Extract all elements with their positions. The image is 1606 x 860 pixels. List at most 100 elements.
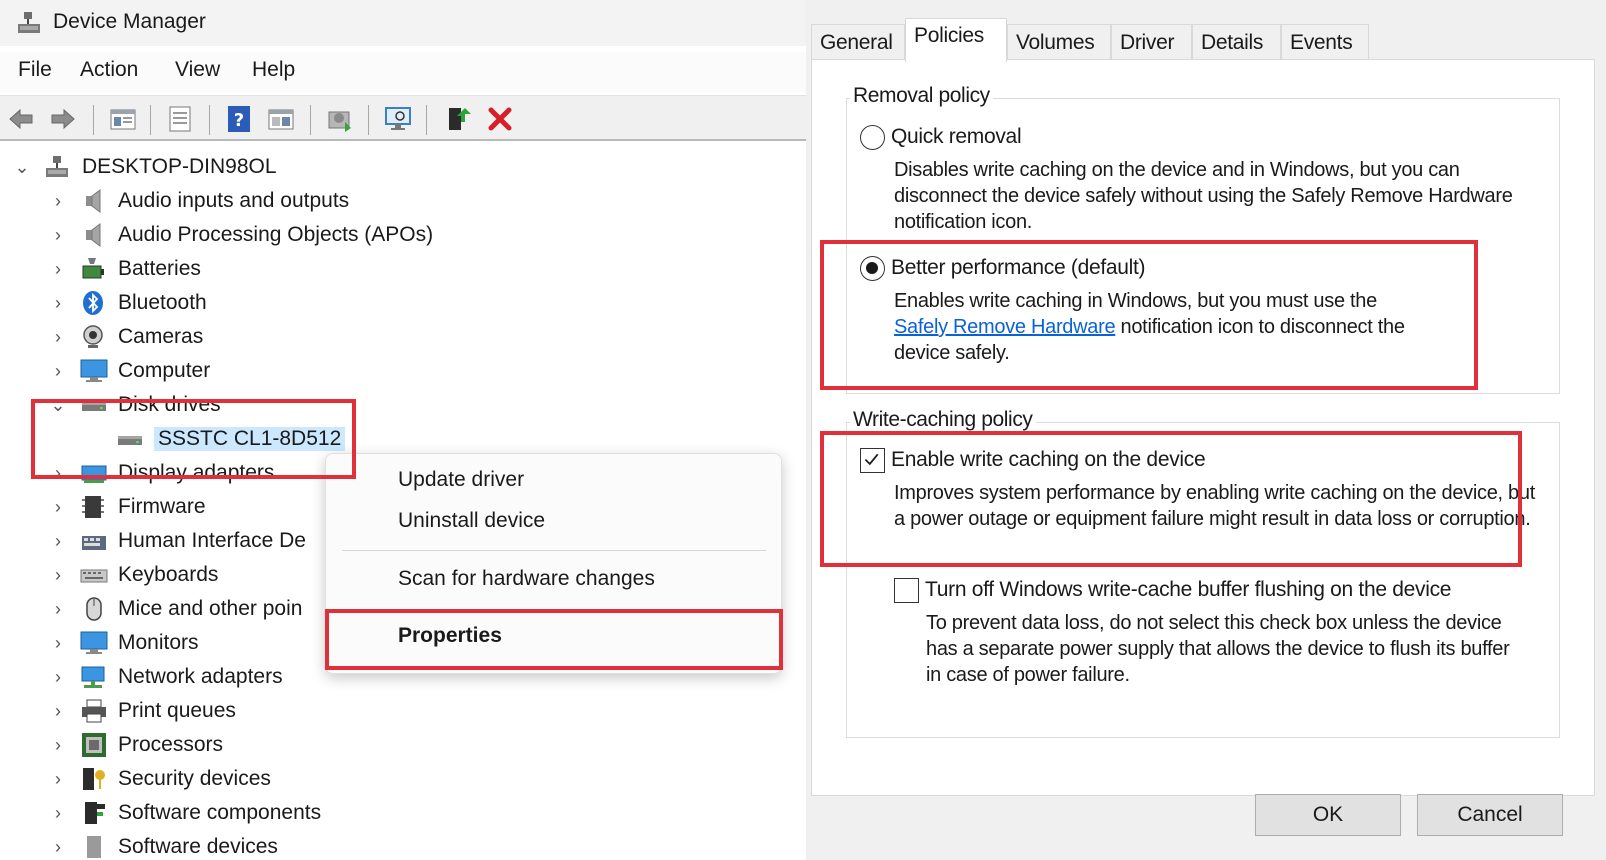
tree-item-print-queues[interactable]: › Print queues: [0, 694, 400, 728]
chevron-right-icon[interactable]: ›: [48, 697, 68, 725]
tree-item-hid[interactable]: › Human Interface De: [0, 524, 320, 558]
battery-icon: [82, 258, 104, 279]
show-hidden-icon[interactable]: [165, 104, 195, 134]
tree-item-label: Print queues: [118, 699, 236, 722]
chevron-down-icon[interactable]: ⌄: [12, 153, 32, 181]
ctx-uninstall-device[interactable]: Uninstall device: [398, 509, 545, 533]
ok-button[interactable]: OK: [1255, 794, 1401, 836]
tab-general[interactable]: General: [811, 24, 905, 60]
tab-events[interactable]: Events: [1281, 24, 1369, 60]
cancel-button[interactable]: Cancel: [1417, 794, 1563, 836]
help-icon[interactable]: ?: [224, 104, 254, 134]
hid-icon: [82, 536, 106, 550]
tree-item-label: Batteries: [118, 257, 201, 280]
chevron-right-icon[interactable]: ›: [48, 629, 68, 657]
quick-removal-radio[interactable]: [860, 125, 885, 150]
tree-root[interactable]: ⌄ DESKTOP-DIN98OL: [0, 150, 400, 184]
highlight-box-better-performance: [820, 240, 1478, 390]
chevron-right-icon[interactable]: ›: [48, 799, 68, 827]
camera-icon: [83, 325, 103, 348]
chevron-right-icon[interactable]: ›: [48, 595, 68, 623]
turn-off-flushing-checkbox[interactable]: [894, 578, 919, 603]
highlight-box-properties: [325, 609, 783, 670]
highlight-box-disk: [31, 399, 356, 479]
tab-volumes[interactable]: Volumes: [1007, 24, 1111, 60]
tree-item-cameras[interactable]: › Cameras: [0, 320, 500, 354]
mouse-icon: [86, 597, 102, 621]
tree-item-batteries[interactable]: › Batteries: [0, 252, 500, 286]
tree-item-label: Mice and other poin: [118, 597, 303, 620]
chevron-right-icon[interactable]: ›: [48, 357, 68, 385]
tree-item-apos[interactable]: › Audio Processing Objects (APOs): [0, 218, 500, 252]
uninstall-icon[interactable]: [485, 104, 515, 134]
tab-policies[interactable]: Policies: [905, 18, 1007, 62]
update-driver-icon[interactable]: [325, 104, 355, 134]
properties-dialog: General Policies Volumes Driver Details …: [806, 0, 1606, 860]
device-manager-window: Device Manager File Action View Help ? ⌄…: [0, 0, 806, 860]
ctx-scan-hardware[interactable]: Scan for hardware changes: [398, 567, 655, 591]
tree-item-label: Software devices: [118, 835, 278, 858]
chevron-right-icon[interactable]: ›: [48, 765, 68, 793]
chevron-right-icon[interactable]: ›: [48, 187, 68, 215]
tree-item-bluetooth[interactable]: › Bluetooth: [0, 286, 500, 320]
menu-file[interactable]: File: [18, 58, 52, 82]
chevron-right-icon[interactable]: ›: [48, 255, 68, 283]
chevron-right-icon[interactable]: ›: [48, 561, 68, 589]
tree-item-label: Network adapters: [118, 665, 283, 688]
tree-item-mice[interactable]: › Mice and other poin: [0, 592, 320, 626]
ctx-update-driver[interactable]: Update driver: [398, 468, 524, 492]
chevron-right-icon[interactable]: ›: [48, 289, 68, 317]
chevron-right-icon[interactable]: ›: [48, 833, 68, 860]
firmware-icon: [82, 496, 104, 518]
menu-help[interactable]: Help: [252, 58, 295, 82]
view-icon[interactable]: [266, 104, 296, 134]
quick-removal-label[interactable]: Quick removal: [891, 124, 1022, 150]
tree-item-security[interactable]: › Security devices: [0, 762, 400, 796]
tree-item-processors[interactable]: › Processors: [0, 728, 400, 762]
menu-view[interactable]: View: [175, 58, 220, 82]
chevron-right-icon[interactable]: ›: [48, 527, 68, 555]
computer-root-icon: [46, 156, 68, 177]
policies-panel: Removal policy Quick removal Disables wr…: [811, 59, 1595, 796]
back-icon[interactable]: [6, 104, 36, 134]
tree-item-monitors[interactable]: › Monitors: [0, 626, 320, 660]
tab-details[interactable]: Details: [1192, 24, 1281, 60]
window-title: Device Manager: [53, 10, 206, 33]
device-manager-icon: [18, 12, 40, 33]
toolbar: ?: [0, 95, 806, 141]
security-key-icon: [83, 768, 105, 790]
tree-item-label: Software components: [118, 801, 322, 824]
menu-action[interactable]: Action: [80, 58, 138, 82]
tree-item-label: Security devices: [118, 767, 271, 790]
tree-item-software-components[interactable]: › Software components: [0, 796, 400, 830]
write-caching-label: Write-caching policy: [850, 408, 1036, 432]
tree-item-label: Bluetooth: [118, 291, 207, 314]
tree-item-label: Audio inputs and outputs: [118, 189, 350, 212]
tree-item-label: Monitors: [118, 631, 199, 654]
chevron-right-icon[interactable]: ›: [48, 663, 68, 691]
tree-item-keyboards[interactable]: › Keyboards: [0, 558, 320, 592]
chevron-right-icon[interactable]: ›: [48, 731, 68, 759]
enable-device-icon[interactable]: [443, 104, 473, 134]
properties-pane-icon[interactable]: [108, 104, 138, 134]
chevron-right-icon[interactable]: ›: [48, 493, 68, 521]
scan-hardware-icon[interactable]: [383, 104, 413, 134]
tree-item-label: Cameras: [118, 325, 204, 348]
chevron-right-icon[interactable]: ›: [48, 323, 68, 351]
tree-item-computer[interactable]: › Computer: [0, 354, 500, 388]
turn-off-flushing-label[interactable]: Turn off Windows write-cache buffer flus…: [925, 577, 1451, 603]
tree-item-label: Keyboards: [118, 563, 219, 586]
forward-icon[interactable]: [48, 104, 78, 134]
tree-item-software-devices[interactable]: › Software devices: [0, 830, 400, 860]
tree-item-audio-inputs[interactable]: › Audio inputs and outputs: [0, 184, 500, 218]
printer-icon: [82, 699, 106, 723]
title-bar: Device Manager: [0, 0, 806, 46]
network-icon: [81, 666, 105, 688]
quick-removal-desc: Disables write caching on the device and…: [894, 159, 1513, 233]
tab-driver[interactable]: Driver: [1111, 24, 1192, 60]
tree-root-label: DESKTOP-DIN98OL: [82, 155, 277, 178]
keyboard-icon: [80, 569, 108, 583]
monitor-icon: [80, 359, 108, 382]
chevron-right-icon[interactable]: ›: [48, 221, 68, 249]
turn-off-flushing-desc: To prevent data loss, do not select this…: [926, 612, 1510, 686]
